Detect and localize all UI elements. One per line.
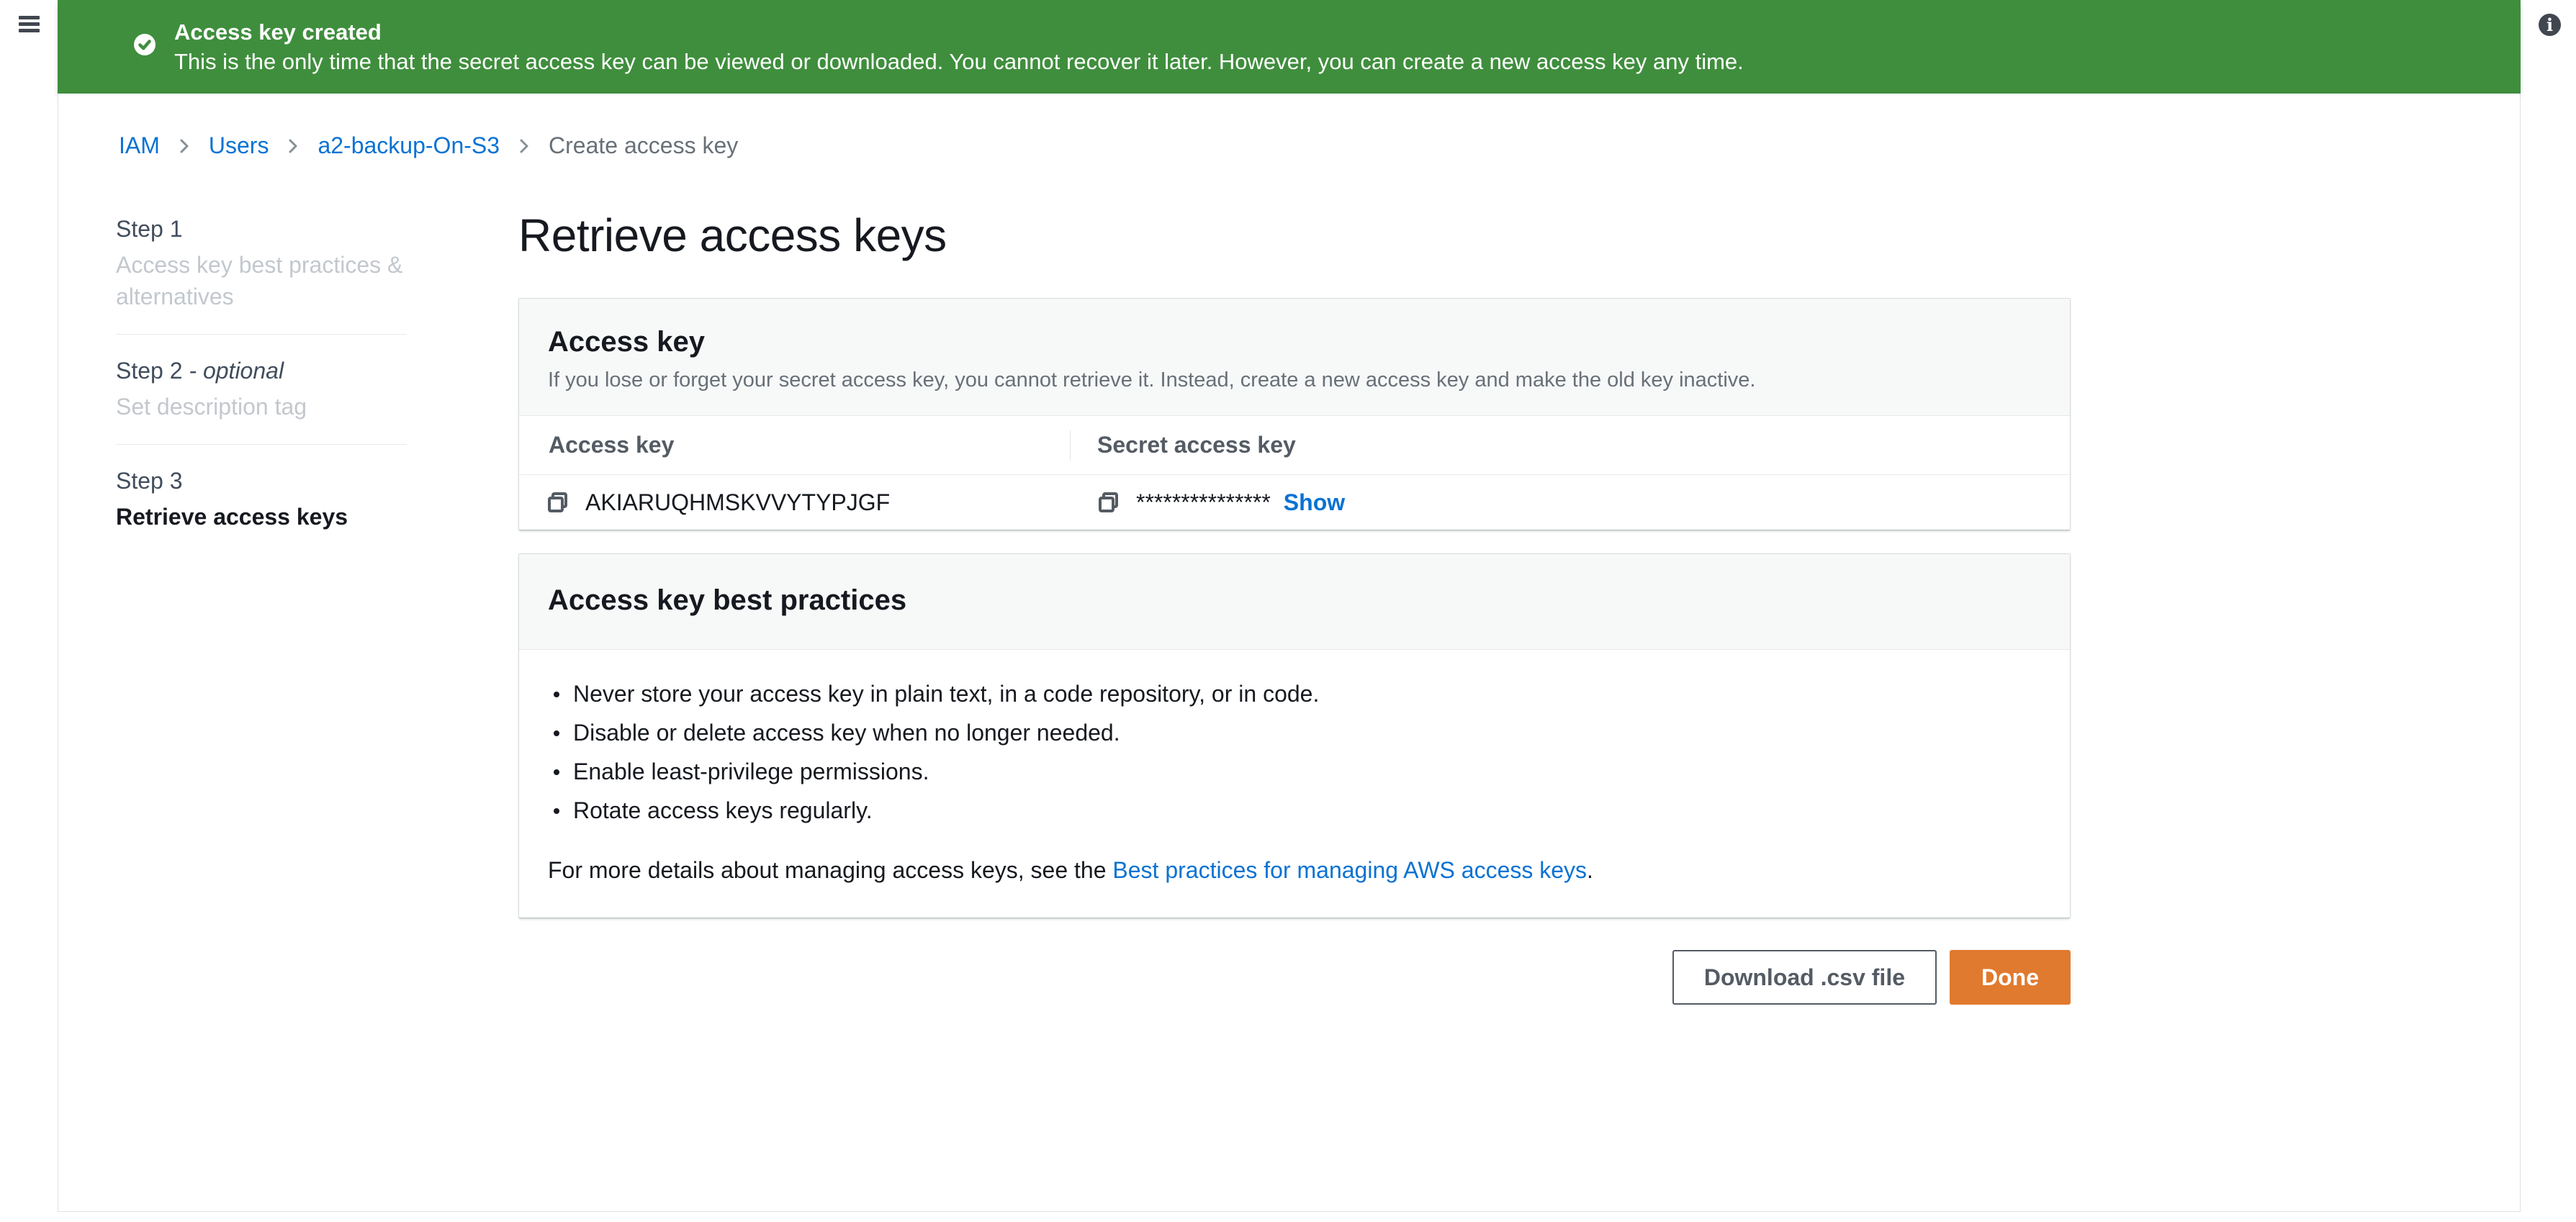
flash-description: This is the only time that the secret ac… [174, 48, 1744, 76]
step-divider [116, 334, 407, 335]
copy-icon [1097, 491, 1120, 514]
list-item: Rotate access keys regularly. [548, 791, 2041, 830]
step-2-title: Set description tag [116, 391, 407, 422]
main-column: Retrieve access keys Access key If you l… [518, 209, 2071, 1005]
breadcrumb: IAM Users a2-backup-On-S3 Create access … [119, 132, 738, 159]
breadcrumb-current-page: Create access key [549, 132, 738, 159]
access-key-panel-title: Access key [548, 325, 2041, 359]
best-practices-list: Never store your access key in plain tex… [548, 674, 2041, 830]
access-key-panel: Access key If you lose or forget your se… [518, 298, 2071, 530]
chevron-right-icon [284, 137, 302, 155]
content-container: IAM Users a2-backup-On-S3 Create access … [58, 94, 2521, 1212]
show-secret-link[interactable]: Show [1284, 489, 1345, 516]
best-practices-panel: Access key best practices Never store yo… [518, 553, 2071, 918]
step-group-1: Step 1 Access key best practices & alter… [116, 214, 407, 312]
copy-icon [546, 491, 569, 514]
secret-masked-value: *************** [1136, 489, 1271, 516]
footer-note: For more details about managing access k… [548, 856, 2041, 884]
step-group-2: Step 2 - optional Set description tag [116, 356, 407, 422]
breadcrumb-item-user-a2-backup-on-s3[interactable]: a2-backup-On-S3 [318, 132, 500, 159]
copy-access-key-button[interactable] [546, 491, 569, 514]
copy-secret-key-button[interactable] [1097, 491, 1120, 514]
info-button[interactable]: i [2539, 14, 2561, 36]
done-button[interactable]: Done [1950, 950, 2071, 1005]
step-2-label: Step 2 - optional [116, 356, 407, 385]
success-flashbar: Access key created This is the only time… [58, 0, 2521, 94]
check-circle-icon [134, 34, 156, 59]
breadcrumb-item-iam[interactable]: IAM [119, 132, 160, 159]
step-3-label: Step 3 [116, 466, 407, 495]
hamburger-icon [19, 16, 40, 19]
step-group-3: Step 3 Retrieve access keys [116, 466, 407, 533]
best-practices-link[interactable]: Best practices for managing AWS access k… [1112, 857, 1587, 883]
chevron-right-icon [176, 137, 193, 155]
step-divider [116, 444, 407, 445]
best-practices-panel-body: Never store your access key in plain tex… [519, 650, 2070, 918]
wizard-steps: Step 1 Access key best practices & alter… [116, 214, 407, 533]
key-table-header: Access key Secret access key [519, 416, 2070, 475]
best-practices-panel-title: Access key best practices [548, 583, 2041, 617]
column-header-access-key: Access key [519, 432, 1070, 458]
step-1-title: Access key best practices & alternatives [116, 249, 407, 312]
list-item: Enable least-privilege permissions. [548, 752, 2041, 791]
list-item: Disable or delete access key when no lon… [548, 713, 2041, 752]
list-item: Never store your access key in plain tex… [548, 674, 2041, 713]
access-key-cell: AKIARUQHMSKVVYTYPJGF [519, 489, 1070, 516]
info-icon: i [2546, 17, 2553, 34]
page-title: Retrieve access keys [518, 209, 2071, 262]
step-3-title: Retrieve access keys [116, 501, 407, 533]
access-key-value: AKIARUQHMSKVVYTYPJGF [585, 489, 890, 516]
menu-button[interactable] [19, 16, 48, 45]
step-1-label: Step 1 [116, 214, 407, 243]
best-practices-panel-header: Access key best practices [519, 554, 2070, 650]
breadcrumb-item-users[interactable]: Users [209, 132, 269, 159]
actions-bar: Download .csv file Done [518, 950, 2071, 1005]
flash-title: Access key created [174, 19, 1744, 46]
secret-access-key-cell: *************** Show [1070, 489, 1345, 516]
access-key-panel-description: If you lose or forget your secret access… [548, 368, 2041, 392]
access-key-panel-header: Access key If you lose or forget your se… [519, 299, 2070, 416]
key-table-row: AKIARUQHMSKVVYTYPJGF *************** Sho… [519, 475, 2070, 530]
column-header-secret-access-key: Secret access key [1071, 432, 1296, 458]
chevron-right-icon [515, 137, 533, 155]
download-csv-button[interactable]: Download .csv file [1672, 950, 1937, 1005]
